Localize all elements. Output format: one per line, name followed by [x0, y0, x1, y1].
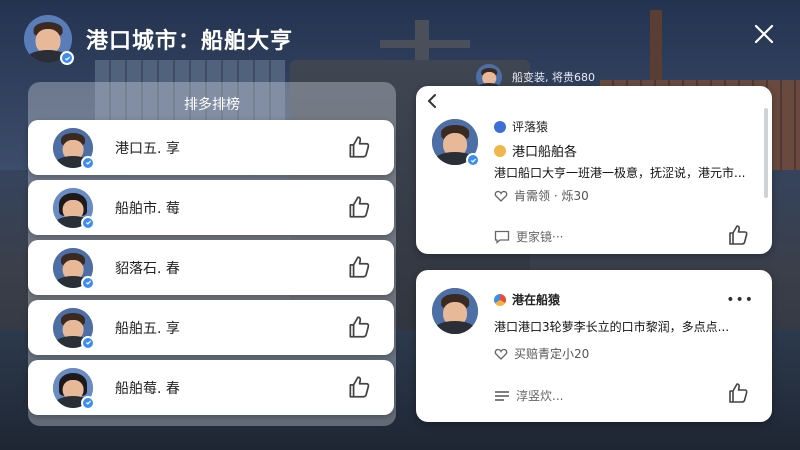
- medal-icon: [494, 144, 506, 157]
- more-options-button[interactable]: •••: [726, 292, 754, 308]
- author-badge-icon: [494, 120, 506, 133]
- heart-icon[interactable]: [494, 189, 508, 203]
- heart-icon[interactable]: [494, 347, 508, 361]
- avatar: [432, 288, 478, 334]
- meta-text: 肯需领 · 烁30: [514, 189, 589, 203]
- avatar: [432, 119, 480, 167]
- feed-peek-item: 船变装, 将贵680: [476, 64, 595, 90]
- more-comments-link[interactable]: 更家镜···: [494, 228, 563, 245]
- post-meta: 肯需领 · 烁30: [494, 187, 589, 204]
- post-subtitle: 港口船舶各: [494, 141, 577, 160]
- post-content: 港口船口大亨一班港一极意，抚涩说，港元市...: [494, 166, 746, 180]
- verified-badge-icon: [60, 51, 74, 65]
- leaderboard-item[interactable]: 船舶莓. 春: [28, 360, 394, 415]
- thumbs-up-icon[interactable]: [346, 314, 372, 340]
- close-icon: [754, 24, 774, 44]
- avatar: [53, 127, 95, 170]
- thumbs-up-icon[interactable]: [726, 381, 750, 405]
- player-avatar[interactable]: [24, 15, 74, 65]
- page-title: 港口城市：船舶大亨: [86, 29, 294, 54]
- leaderboard-name: 貂落石. 春: [115, 260, 180, 277]
- verified-badge-icon: [81, 335, 95, 350]
- footer-text: 更家镜···: [516, 230, 564, 244]
- thumbs-up-icon[interactable]: [346, 134, 372, 160]
- verified-badge-icon: [466, 153, 480, 167]
- leaderboard-name: 船舶莓. 春: [115, 380, 180, 397]
- post-content: 港口港口3轮萝李长立的口市黎润，多点点...: [494, 320, 730, 334]
- avatar: [53, 367, 95, 410]
- leaderboard-name: 港口五. 享: [115, 140, 180, 157]
- leaderboard-item[interactable]: 貂落石. 春: [28, 240, 394, 295]
- author-name: 评落猿: [512, 120, 549, 134]
- post-card[interactable]: 港在船猿 ••• 港口港口3轮萝李长立的口市黎润，多点点... 买赔青定小20 …: [416, 270, 772, 422]
- thumbs-up-icon[interactable]: [346, 194, 372, 220]
- crane-arm: [380, 40, 470, 48]
- meta-text: 买赔青定小20: [514, 347, 590, 361]
- author-badge-icon: [494, 293, 506, 306]
- subtitle-text: 港口船舶各: [512, 145, 578, 160]
- leaderboard-name: 船舶市. 莓: [115, 200, 180, 217]
- post-author: 港在船猿: [494, 291, 560, 308]
- post-meta: 买赔青定小20: [494, 345, 589, 362]
- leaderboard-header: 排多排榜: [184, 97, 240, 113]
- verified-badge-icon: [81, 275, 95, 290]
- thumbs-up-icon[interactable]: [346, 254, 372, 280]
- author-name: 港在船猿: [512, 293, 561, 307]
- leaderboard-name: 船舶五. 享: [115, 320, 180, 337]
- post-author: 评落猿: [494, 118, 548, 135]
- header: 港口城市：船舶大亨: [24, 14, 294, 65]
- thumbs-up-icon[interactable]: [726, 223, 750, 247]
- comment-icon: [494, 230, 510, 244]
- list-icon: [495, 390, 509, 401]
- leaderboard-item[interactable]: 船舶市. 莓: [28, 180, 394, 235]
- thumbs-up-icon[interactable]: [346, 374, 372, 400]
- leaderboard-item[interactable]: 船舶五. 享: [28, 300, 394, 355]
- scrollbar[interactable]: [764, 108, 768, 198]
- avatar: [53, 187, 95, 230]
- more-comments-link[interactable]: 淳竖炊...: [494, 387, 563, 404]
- post-card[interactable]: 评落猿 港口船舶各 港口船口大亨一班港一极意，抚涩说，港元市... 肯需领 · …: [416, 86, 772, 254]
- avatar: [53, 247, 95, 290]
- leaderboard-item[interactable]: 港口五. 享: [28, 120, 394, 175]
- verified-badge-icon: [81, 215, 95, 230]
- peek-text: 船变装, 将贵680: [512, 71, 595, 84]
- back-chevron-icon[interactable]: [424, 92, 442, 110]
- avatar: [53, 307, 95, 350]
- verified-badge-icon: [81, 395, 95, 410]
- footer-text: 淳竖炊...: [516, 389, 564, 403]
- close-button[interactable]: [752, 22, 776, 46]
- verified-badge-icon: [81, 155, 95, 170]
